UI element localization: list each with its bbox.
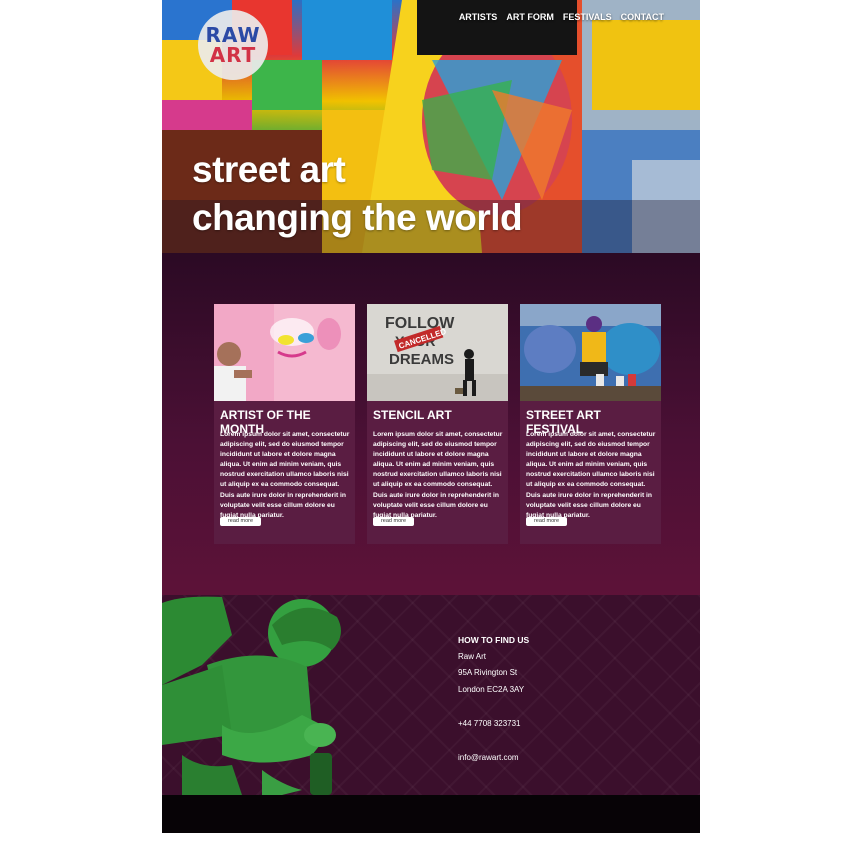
raw-art-logo[interactable]: RAW ART — [198, 10, 268, 80]
page: RAW ART ARTISTS ART FORM FESTIVALS CONTA… — [162, 0, 700, 833]
contact-info: HOW TO FIND US Raw Art 95A Rivington St … — [458, 632, 529, 766]
nav-artists[interactable]: ARTISTS — [459, 12, 498, 22]
read-more-button[interactable]: read more — [526, 517, 567, 526]
card-title: STENCIL ART — [373, 408, 452, 422]
nav-festivals[interactable]: FESTIVALS — [563, 12, 612, 22]
nav-contact[interactable]: CONTACT — [621, 12, 664, 22]
card-body: Lorem ipsum dolor sit amet, consectetur … — [373, 431, 503, 519]
footer-street: 95A Rivington St — [458, 668, 518, 677]
hero-banner: RAW ART ARTISTS ART FORM FESTIVALS CONTA… — [162, 0, 700, 253]
festival-photo — [520, 304, 661, 401]
nav-art-form[interactable]: ART FORM — [506, 12, 554, 22]
how-to-find-us-heading: HOW TO FIND US — [458, 635, 530, 645]
card-street-art-festival: STREET ART FESTIVAL Lorem ipsum dolor si… — [520, 304, 661, 544]
hero-title-line2: changing the world — [192, 197, 523, 238]
read-more-button[interactable]: read more — [220, 517, 261, 526]
stencil-photo: FOLLOW YOUR DREAMS CANCELLED — [367, 304, 508, 401]
main-nav: ARTISTS ART FORM FESTIVALS CONTACT — [459, 12, 664, 22]
bottom-bar — [162, 795, 700, 833]
footer: HOW TO FIND US Raw Art 95A Rivington St … — [162, 595, 700, 800]
logo-text-raw: RAW — [205, 23, 261, 47]
hero-title: street art changing the world — [192, 146, 523, 242]
read-more-button[interactable]: read more — [373, 517, 414, 526]
card-artist-of-the-month: ARTIST OF THE MONTH Lorem ipsum dolor si… — [214, 304, 355, 544]
card-body: Lorem ipsum dolor sit amet, consectetur … — [526, 431, 656, 519]
footer-company-name: Raw Art — [458, 651, 487, 661]
hero-title-line1: street art — [192, 149, 346, 190]
footer-phone[interactable]: +44 7708 323731 — [458, 716, 529, 733]
card-stencil-art: FOLLOW YOUR DREAMS CANCELLED STENCIL ART… — [367, 304, 508, 544]
artist-photo — [214, 304, 355, 401]
stencil-word-dreams: DREAMS — [389, 351, 454, 368]
card-body: Lorem ipsum dolor sit amet, consectetur … — [220, 431, 350, 519]
boy-with-spray-can-illustration — [162, 596, 341, 800]
footer-email[interactable]: info@rawart.com — [458, 750, 529, 767]
logo-text-art: ART — [209, 43, 257, 67]
footer-city: London EC2A 3AY — [458, 684, 525, 694]
